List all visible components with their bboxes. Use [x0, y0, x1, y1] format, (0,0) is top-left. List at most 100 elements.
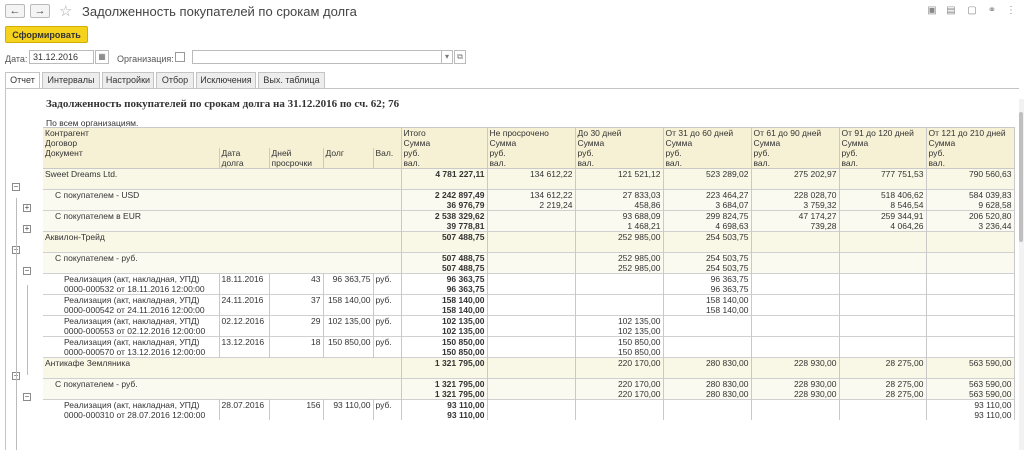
amount-cell: 220 170,00 [575, 357, 664, 368]
contract-name [43, 389, 402, 400]
amount-cell: 252 985,00 [575, 252, 664, 263]
tab-filter[interactable]: Отбор [156, 72, 194, 89]
back-button[interactable]: ← [5, 4, 25, 18]
contract-row[interactable]: 507 488,75 252 985,00 254 503,75 [43, 263, 1015, 274]
document-row[interactable]: Реализация (акт, накладная, УПД) 24.11.20… [43, 294, 1015, 305]
counterparty-row[interactable]: Sweet Dreams Ltd. 4 781 227,11 134 612,22 1… [43, 168, 1015, 179]
debt-cell: 96 363,75 [323, 273, 374, 284]
amount-cell [839, 368, 927, 379]
dropdown-icon[interactable]: ▾ [441, 50, 453, 64]
amount-cell [487, 368, 576, 379]
document-icon[interactable]: ▢ [966, 5, 978, 17]
amount-cell: 275 202,97 [751, 168, 840, 179]
overdue-days-cell: 18 [269, 336, 324, 347]
amount-cell [487, 347, 576, 358]
counterparty-row[interactable] [43, 368, 1015, 379]
amount-cell: 150 850,00 [575, 347, 664, 358]
document-row[interactable]: Реализация (акт, накладная, УПД) 28.07.20… [43, 399, 1015, 410]
contract-row[interactable]: 36 976,79 2 219,24 458,86 3 684,07 3 759,32 8… [43, 200, 1015, 211]
counterparty-row[interactable]: Аквилон-Трейд 507 488,75 252 985,00 254 503… [43, 231, 1015, 242]
amount-cell: 93 110,00 [926, 410, 1015, 420]
tab-report[interactable]: Отчет [5, 72, 40, 89]
header-date: долга [219, 158, 270, 169]
document-cell: 0000-000542 от 24.11.2016 12:00:00 [43, 305, 220, 316]
header-cur: вал. [926, 158, 1015, 169]
header-sum: Сумма [487, 138, 576, 148]
amount-cell [663, 347, 752, 358]
contract-row[interactable]: 39 778,81 1 468,21 4 698,63 739,28 4 064,26 3… [43, 221, 1015, 232]
tab-exclusions[interactable]: Исключения [196, 72, 256, 89]
open-icon[interactable]: ⧉ [454, 50, 466, 64]
document-row[interactable]: 0000-000570 от 13.12.2016 12:00:00 150 85… [43, 347, 1015, 358]
amount-cell: 96 363,75 [663, 284, 752, 295]
more-menu-icon[interactable]: ⋮ [1005, 5, 1017, 17]
amount-cell [926, 368, 1015, 379]
counterparty-row[interactable]: Антикафе Земляника 1 321 795,00 220 170,00… [43, 357, 1015, 368]
contract-row[interactable]: С покупателем - руб. 1 321 795,00 220 170,… [43, 378, 1015, 389]
collapse-icon[interactable]: − [23, 392, 31, 401]
counterparty-row[interactable] [43, 242, 1015, 253]
contract-row[interactable]: С покупателем в EUR 2 538 329,62 93 688,09… [43, 210, 1015, 221]
amount-cell [926, 294, 1015, 305]
debt-date-cell: 28.07.2016 [219, 399, 270, 410]
header-cur: руб. [926, 148, 1015, 158]
document-row[interactable]: 0000-000542 от 24.11.2016 12:00:00 158 14… [43, 305, 1015, 316]
empty-cell [219, 284, 270, 295]
amount-cell [751, 305, 840, 316]
amount-cell [487, 357, 576, 368]
amount-cell [751, 326, 840, 337]
document-row[interactable]: 0000-000553 от 02.12.2016 12:00:00 102 13… [43, 326, 1015, 337]
amount-cell [751, 315, 840, 326]
amount-cell: 563 590,00 [926, 378, 1015, 389]
date-input[interactable]: 31.12.2016 [29, 50, 94, 64]
amount-cell: 220 170,00 [575, 378, 664, 389]
counterparty-row[interactable] [43, 179, 1015, 190]
document-row[interactable]: Реализация (акт, накладная, УПД) 02.12.20… [43, 315, 1015, 326]
collapse-icon[interactable]: − [12, 182, 20, 191]
forward-button[interactable]: → [30, 4, 50, 18]
tab-settings[interactable]: Настройки [102, 72, 154, 89]
expand-icon[interactable]: + [23, 224, 31, 233]
scrollbar-thumb[interactable] [1019, 112, 1023, 242]
amount-cell: 28 275,00 [839, 357, 927, 368]
header-cur: руб. [751, 148, 840, 158]
amount-cell [487, 231, 576, 242]
amount-cell: 28 275,00 [839, 378, 927, 389]
amount-cell [839, 179, 927, 190]
favorite-star-icon[interactable]: ☆ [59, 2, 72, 20]
amount-cell: 4 064,26 [839, 221, 927, 232]
amount-cell [575, 399, 664, 410]
organization-checkbox[interactable] [175, 52, 185, 62]
amount-cell: 93 110,00 [401, 399, 488, 410]
document-cell: 0000-000570 от 13.12.2016 12:00:00 [43, 347, 220, 358]
amount-cell [575, 410, 664, 420]
tab-intervals[interactable]: Интервалы [42, 72, 100, 89]
print-icon[interactable]: ▤ [945, 5, 957, 17]
contract-row[interactable]: 1 321 795,00 220 170,00 280 830,00 228 930,… [43, 389, 1015, 400]
amount-cell [663, 399, 752, 410]
generate-button[interactable]: Сформировать [5, 26, 88, 43]
amount-cell [839, 252, 927, 263]
contract-row[interactable]: С покупателем - руб. 507 488,75 252 985,00… [43, 252, 1015, 263]
amount-cell [839, 315, 927, 326]
amount-cell: 47 174,27 [751, 210, 840, 221]
expand-icon[interactable]: + [23, 203, 31, 212]
organization-input[interactable] [192, 50, 452, 64]
title-bar: ← → ☆ Задолженность покупателей по срока… [0, 0, 1024, 24]
contract-name [43, 200, 402, 211]
contract-row[interactable]: С покупателем - USD 2 242 897,49 134 612,2… [43, 189, 1015, 200]
amount-cell [663, 326, 752, 337]
collapse-icon[interactable]: − [23, 266, 31, 275]
contract-name: С покупателем - USD [43, 189, 402, 200]
calendar-icon[interactable]: ▦ [95, 50, 109, 64]
document-row[interactable]: Реализация (акт, накладная, УПД) 13.12.20… [43, 336, 1015, 347]
link-icon[interactable]: ⚭ [986, 5, 998, 17]
document-row[interactable]: 0000-000310 от 28.07.2016 12:00:00 93 110… [43, 410, 1015, 420]
save-icon[interactable]: ▣ [926, 5, 938, 17]
tab-output-table[interactable]: Вых. таблица [258, 72, 325, 89]
amount-cell [839, 284, 927, 295]
document-row[interactable]: 0000-000532 от 18.11.2016 12:00:00 96 363… [43, 284, 1015, 295]
amount-cell [751, 242, 840, 253]
empty-cell [373, 284, 402, 295]
document-row[interactable]: Реализация (акт, накладная, УПД) 18.11.20… [43, 273, 1015, 284]
